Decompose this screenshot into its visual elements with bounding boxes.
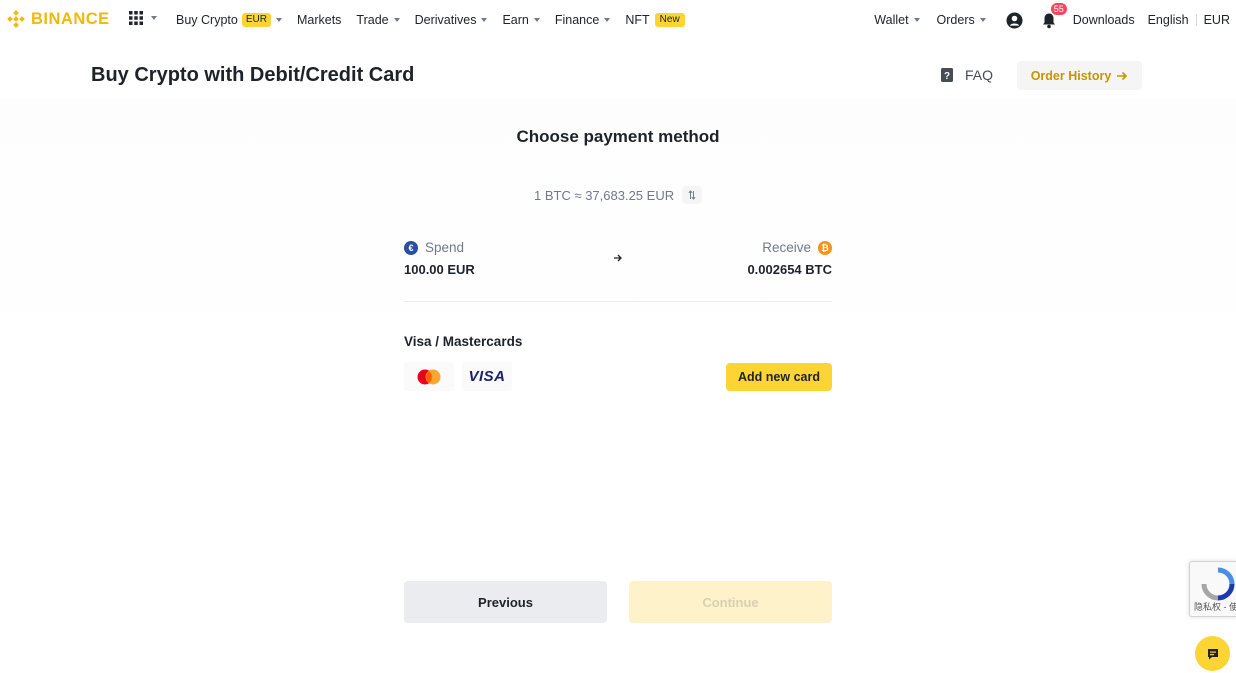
nav-finance[interactable]: Finance: [554, 13, 611, 27]
chevron-down-icon: [604, 18, 611, 22]
nav-trade[interactable]: Trade: [356, 13, 400, 27]
user-profile-icon: [1006, 12, 1023, 28]
nav-divider: [1195, 14, 1197, 26]
nav-trade-label: Trade: [356, 13, 389, 27]
visa-wordmark: VISA: [468, 368, 506, 385]
nav-orders-label: Orders: [936, 13, 975, 27]
section-title: Choose payment method: [516, 127, 720, 146]
nav-nft[interactable]: NFT New: [625, 13, 685, 27]
nav-markets-label: Markets: [296, 13, 342, 27]
recaptcha-icon: [1201, 567, 1235, 601]
nav-derivatives[interactable]: Derivatives: [415, 13, 488, 27]
language-label: English: [1147, 13, 1189, 27]
document-help-icon: ?: [941, 68, 953, 82]
apps-menu[interactable]: [128, 10, 157, 26]
notification-count-badge: 55: [1050, 2, 1067, 15]
new-badge: New: [654, 13, 685, 27]
nav-wallet[interactable]: Wallet: [874, 13, 920, 27]
binance-logo-icon: [7, 10, 25, 28]
previous-button[interactable]: Previous: [404, 581, 607, 623]
chat-bubble-icon: [1207, 648, 1218, 659]
order-history-button[interactable]: Order History: [1017, 61, 1142, 90]
main-menu: Buy Crypto EUR Markets Trade Derivatives…: [176, 0, 700, 40]
currency-label: EUR: [1203, 13, 1230, 27]
nav-buy-crypto[interactable]: Buy Crypto EUR: [176, 13, 282, 27]
receive-summary: Receive ₿ 0.002654 BTC: [747, 240, 832, 277]
language-selector[interactable]: English: [1148, 13, 1189, 27]
chevron-down-icon: [913, 18, 920, 22]
add-new-card-button[interactable]: Add new card: [726, 363, 832, 391]
svg-text:?: ?: [944, 71, 950, 82]
top-navigation: BINANCE Buy Crypto EUR Markets Trade Der…: [0, 0, 1236, 40]
section-divider: [404, 301, 832, 302]
bitcoin-coin-icon: ₿: [818, 240, 832, 255]
order-history-label: Order History: [1030, 68, 1112, 83]
nav-orders[interactable]: Orders: [937, 13, 986, 27]
nav-earn-label: Earn: [502, 13, 529, 27]
chevron-down-icon: [481, 18, 488, 22]
exchange-rate-text: 1 BTC ≈ 37,683.25 EUR: [534, 187, 675, 203]
swap-rate-button[interactable]: [682, 186, 703, 204]
chevron-down-icon: [979, 18, 986, 22]
continue-button[interactable]: Continue: [629, 581, 832, 623]
profile-button[interactable]: [1006, 12, 1023, 29]
spend-header: € Spend: [404, 240, 475, 255]
euro-coin-icon: €: [404, 240, 418, 255]
grid-icon: [129, 11, 143, 25]
mastercard-logo: [404, 362, 454, 391]
nav-markets[interactable]: Markets: [297, 13, 341, 27]
exchange-rate: 1 BTC ≈ 37,683.25 EUR: [534, 186, 703, 204]
page-header: Buy Crypto with Debit/Credit Card ? FAQ …: [0, 50, 1236, 100]
nav-wallet-label: Wallet: [874, 13, 909, 27]
swap-vertical-icon: [688, 190, 696, 200]
nav-derivatives-label: Derivatives: [414, 13, 477, 27]
recaptcha-terms-text: 隐私权 - 使用条款: [1194, 602, 1236, 612]
arrow-right-icon: [1117, 71, 1128, 80]
chat-support-button[interactable]: [1195, 636, 1230, 671]
binance-wordmark: BINANCE: [31, 9, 110, 28]
recaptcha-badge[interactable]: 隐私权 - 使用条款: [1189, 561, 1236, 617]
mastercard-icon: [417, 369, 441, 384]
receive-label: Receive: [762, 240, 811, 255]
faq-link[interactable]: ? FAQ: [940, 67, 993, 83]
currency-selector[interactable]: EUR: [1204, 13, 1230, 27]
nav-downloads[interactable]: Downloads: [1073, 13, 1135, 27]
binance-logo[interactable]: BINANCE: [6, 9, 110, 29]
arrow-right-icon: [612, 252, 624, 266]
spend-summary: € Spend 100.00 EUR: [404, 240, 475, 277]
nav-earn[interactable]: Earn: [502, 13, 540, 27]
payment-method-label: Visa / Mastercards: [404, 334, 523, 349]
page-title: Buy Crypto with Debit/Credit Card: [91, 64, 415, 86]
chevron-down-icon: [393, 18, 400, 22]
chevron-down-icon: [533, 18, 540, 22]
notifications-button[interactable]: 55: [1041, 2, 1067, 29]
currency-badge: EUR: [241, 13, 271, 27]
nav-buy-crypto-label: Buy Crypto: [176, 13, 238, 27]
nav-finance-label: Finance: [554, 13, 600, 27]
chevron-down-icon: [275, 18, 282, 22]
nav-nft-label: NFT: [625, 13, 650, 27]
account-menu: Wallet Orders 55 Downloads English EUR: [857, 0, 1230, 40]
faq-label: FAQ: [965, 67, 994, 83]
spend-label: Spend: [425, 240, 465, 255]
receive-amount: 0.002654 BTC: [747, 262, 832, 277]
chevron-down-icon: [151, 16, 157, 20]
spend-amount: 100.00 EUR: [404, 262, 475, 277]
nav-downloads-label: Downloads: [1072, 13, 1135, 27]
arrow-right-icon: [614, 254, 622, 262]
card-logos: VISA: [404, 362, 520, 391]
visa-logo: VISA: [462, 362, 512, 391]
receive-header: Receive ₿: [747, 240, 832, 255]
